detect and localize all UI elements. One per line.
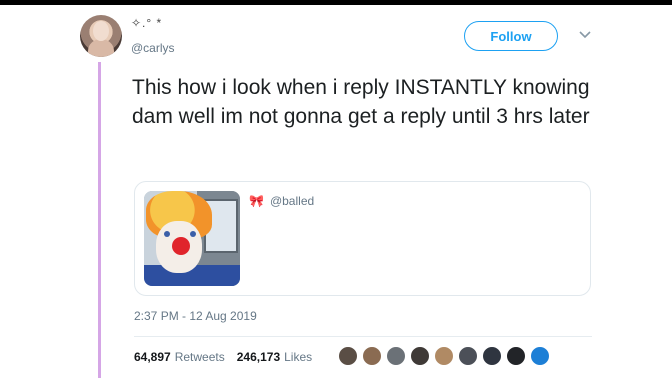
quoted-tweet-header: 🎀 @balled [249,194,314,208]
quoted-tweet-image[interactable] [144,191,240,286]
liker-avatar[interactable] [362,346,382,366]
author-avatar[interactable] [80,15,122,57]
tweet-stats: 64,897 Retweets 246,173 Likes [134,350,320,364]
chevron-down-icon[interactable] [578,30,592,40]
liker-avatar[interactable] [506,346,526,366]
tweet-text: This how i look when i reply INSTANTLY k… [132,76,590,128]
clown-eye-right [190,231,196,237]
liker-avatars [338,346,550,366]
liker-avatar[interactable] [458,346,478,366]
tweet-timestamp[interactable]: 2:37 PM - 12 Aug 2019 [134,309,257,323]
quoted-handle[interactable]: @balled [270,194,314,208]
liker-avatar[interactable] [338,346,358,366]
likes-count[interactable]: 246,173 [237,350,280,364]
divider [134,336,592,337]
follow-button[interactable]: Follow [464,21,558,51]
author-display-name[interactable]: ✧.° * [131,16,162,30]
clown-eye-left [164,231,170,237]
liker-avatar[interactable] [410,346,430,366]
retweets-count[interactable]: 64,897 [134,350,171,364]
quoted-tweet-card[interactable]: 🎀 @balled [134,181,591,296]
thread-line [98,62,101,378]
liker-avatar[interactable] [482,346,502,366]
clown-nose [172,237,190,255]
bow-icon: 🎀 [249,194,264,208]
avatar-body [88,39,114,57]
liker-avatar[interactable] [386,346,406,366]
liker-avatar[interactable] [434,346,454,366]
top-black-bar [0,0,672,5]
avatar-face [93,21,109,41]
liker-avatar[interactable] [530,346,550,366]
retweets-label[interactable]: Retweets [175,350,225,364]
author-handle[interactable]: @carlys [131,41,175,55]
likes-label[interactable]: Likes [284,350,312,364]
